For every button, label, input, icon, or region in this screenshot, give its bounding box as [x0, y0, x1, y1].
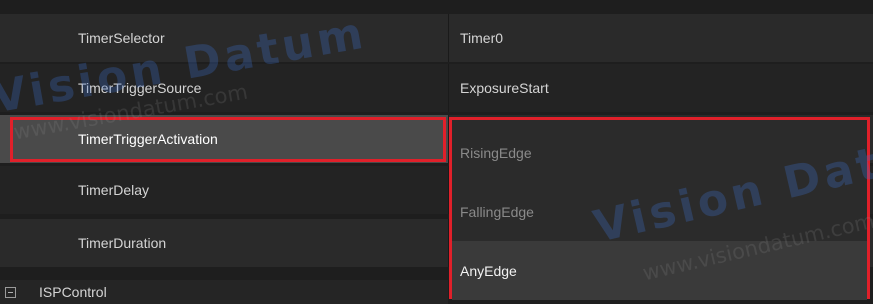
option-label: FallingEdge: [460, 203, 534, 220]
category-label: ISPControl: [39, 284, 107, 300]
dropdown-option-rising-edge[interactable]: RisingEdge: [452, 123, 867, 182]
property-value: Timer0: [460, 30, 504, 46]
dropdown-option-any-edge[interactable]: AnyEdge: [452, 241, 867, 300]
property-name-cell: TimerTriggerActivation: [0, 115, 448, 163]
dropdown-option-falling-edge[interactable]: FallingEdge: [452, 182, 867, 241]
property-name-cell: TimerDelay: [0, 166, 448, 214]
property-grid: TimerSelector Timer0 TimerTriggerSource …: [0, 0, 873, 304]
option-label: AnyEdge: [460, 262, 517, 279]
property-name-cell: TimerTriggerSource: [0, 64, 448, 112]
property-name: TimerDelay: [78, 182, 150, 198]
property-name: TimerDuration: [78, 235, 167, 251]
option-label: RisingEdge: [460, 144, 532, 161]
property-name: TimerSelector: [78, 30, 165, 46]
property-value-cell[interactable]: ExposureStart: [448, 64, 873, 112]
property-name: TimerTriggerSource: [78, 80, 202, 96]
category-row-isp-control[interactable]: ISPControl: [0, 280, 448, 304]
trigger-activation-dropdown-list[interactable]: RisingEdge FallingEdge AnyEdge: [449, 117, 870, 300]
collapse-icon[interactable]: [5, 287, 16, 298]
property-value-cell[interactable]: Timer0: [448, 14, 873, 62]
property-row-timer-selector[interactable]: TimerSelector Timer0: [0, 14, 873, 62]
property-name: TimerTriggerActivation: [78, 131, 218, 147]
property-name-cell: TimerSelector: [0, 14, 448, 62]
property-row-timer-trigger-source[interactable]: TimerTriggerSource ExposureStart: [0, 64, 873, 112]
property-name-cell: TimerDuration: [0, 219, 448, 267]
property-value: ExposureStart: [460, 80, 549, 96]
